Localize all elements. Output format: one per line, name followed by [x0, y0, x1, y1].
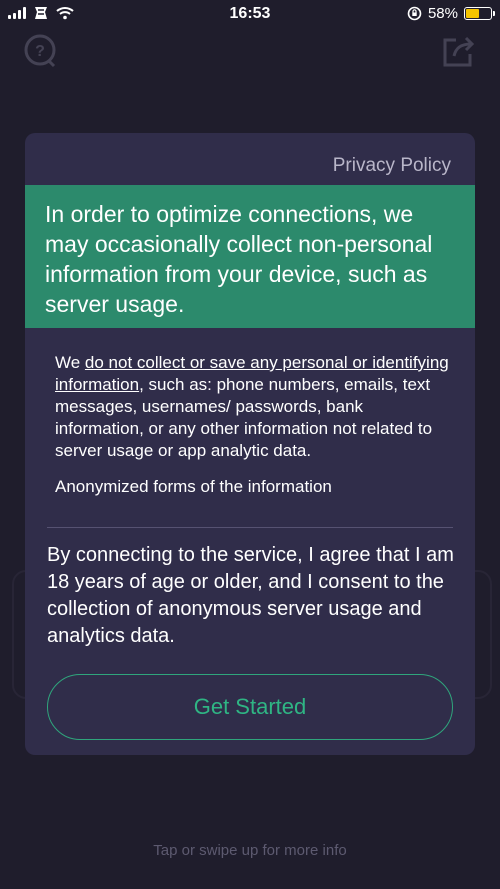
get-started-button[interactable]: Get Started	[47, 674, 453, 740]
help-chat-icon[interactable]: ?	[22, 32, 60, 70]
privacy-modal: Privacy Policy In order to optimize conn…	[25, 133, 475, 755]
svg-text:?: ?	[35, 43, 45, 60]
battery-fill	[466, 9, 479, 18]
status-bar: 16:53 58%	[0, 0, 500, 28]
consent-text: By connecting to the service, I agree th…	[47, 544, 454, 647]
details-cutoff: Anonymized forms of the information	[55, 477, 332, 496]
privacy-policy-link[interactable]: Privacy Policy	[333, 155, 451, 177]
battery-percent: 58%	[427, 5, 458, 22]
divider	[47, 527, 453, 528]
rotation-lock-icon	[407, 6, 422, 21]
details-prefix: We	[55, 353, 85, 372]
privacy-details[interactable]: We do not collect or save any personal o…	[55, 352, 455, 515]
status-right: 58%	[407, 5, 495, 22]
swipe-hint[interactable]: Tap or swipe up for more info	[0, 842, 500, 859]
battery-icon	[464, 7, 495, 20]
info-banner: In order to optimize connections, we may…	[25, 185, 475, 328]
share-icon[interactable]	[440, 32, 478, 70]
